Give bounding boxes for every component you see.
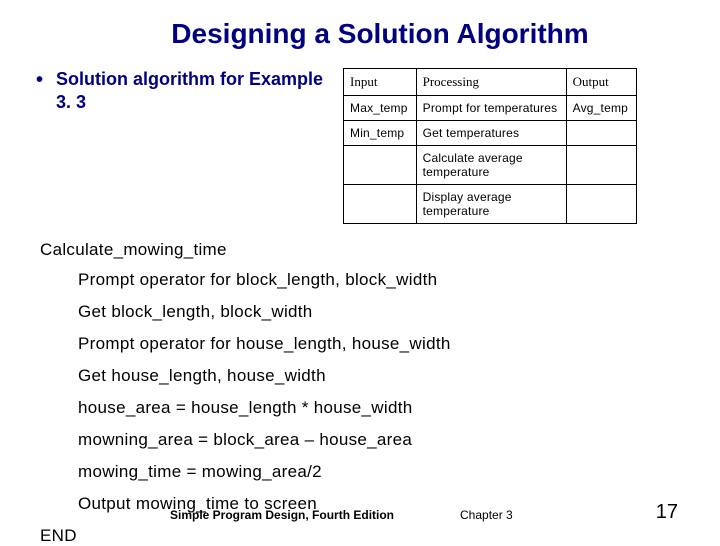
bullet-column: Solution algorithm for Example 3. 3 (30, 68, 335, 113)
page-number: 17 (656, 501, 678, 524)
content-row: Solution algorithm for Example 3. 3 Inpu… (30, 68, 690, 224)
header-processing: Processing (416, 69, 566, 96)
cell-input: Max_temp (344, 96, 417, 121)
slide: Designing a Solution Algorithm Solution … (0, 0, 720, 540)
algorithm-step: mowing_time = mowing_area/2 (78, 462, 690, 482)
ipo-table: Input Processing Output Max_temp Prompt … (343, 68, 637, 224)
cell-output (566, 185, 636, 224)
slide-title: Designing a Solution Algorithm (30, 18, 690, 50)
cell-processing: Prompt for temperatures (416, 96, 566, 121)
footer-chapter: Chapter 3 (460, 508, 513, 522)
algorithm-step: Prompt operator for house_length, house_… (78, 334, 690, 354)
cell-input (344, 185, 417, 224)
algorithm-step: Get block_length, block_width (78, 302, 690, 322)
table-row: Max_temp Prompt for temperatures Avg_tem… (344, 96, 637, 121)
table-header-row: Input Processing Output (344, 69, 637, 96)
cell-output: Avg_temp (566, 96, 636, 121)
table-row: Min_temp Get temperatures (344, 121, 637, 146)
cell-processing: Display average temperature (416, 185, 566, 224)
cell-output (566, 121, 636, 146)
cell-processing: Get temperatures (416, 121, 566, 146)
footer: Simple Program Design, Fourth Edition Ch… (0, 508, 720, 522)
algorithm-step: Get house_length, house_width (78, 366, 690, 386)
header-output: Output (566, 69, 636, 96)
algorithm-step: mowning_area = block_area – house_area (78, 430, 690, 450)
algorithm-step: Prompt operator for block_length, block_… (78, 270, 690, 290)
bullet-item: Solution algorithm for Example 3. 3 (30, 68, 335, 113)
cell-processing: Calculate average temperature (416, 146, 566, 185)
table-row: Display average temperature (344, 185, 637, 224)
header-input: Input (344, 69, 417, 96)
table-row: Calculate average temperature (344, 146, 637, 185)
algorithm-end: END (40, 526, 690, 546)
algorithm-name: Calculate_mowing_time (40, 240, 690, 260)
cell-output (566, 146, 636, 185)
footer-book-title: Simple Program Design, Fourth Edition (170, 508, 394, 522)
algorithm-step: house_area = house_length * house_width (78, 398, 690, 418)
cell-input (344, 146, 417, 185)
algorithm-body: Prompt operator for block_length, block_… (78, 270, 690, 514)
cell-input: Min_temp (344, 121, 417, 146)
